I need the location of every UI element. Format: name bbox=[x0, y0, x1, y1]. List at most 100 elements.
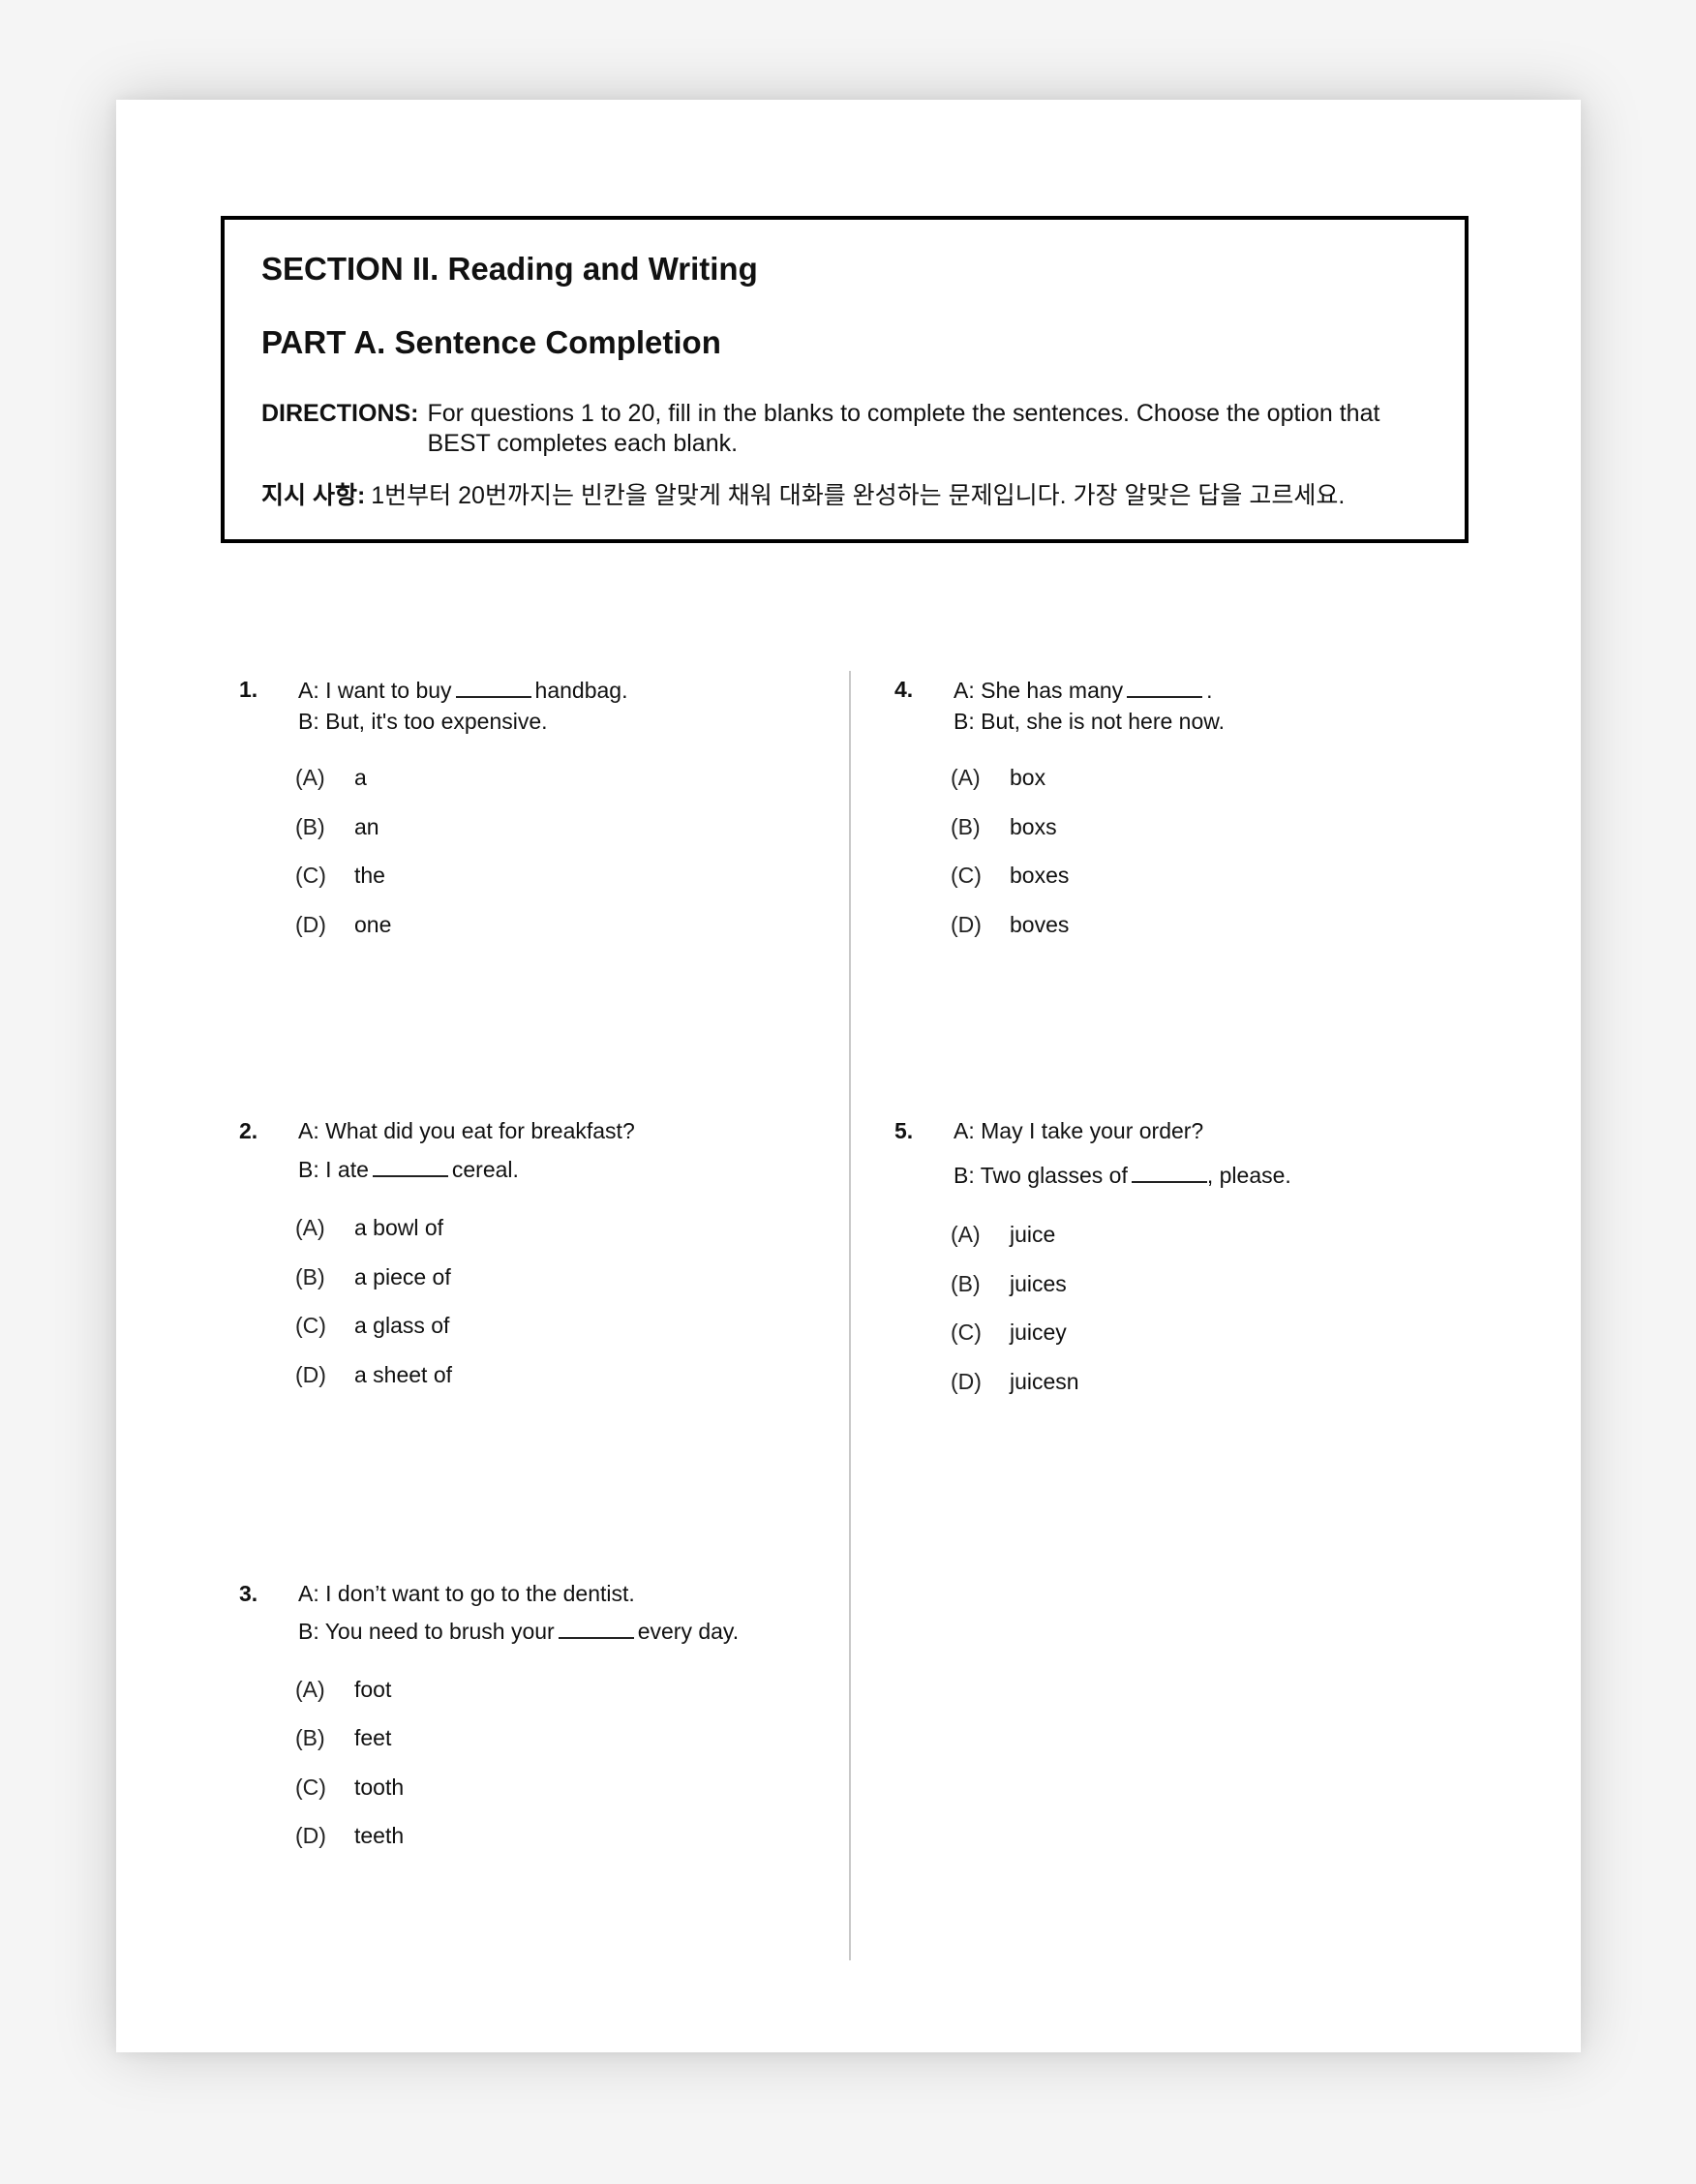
option-letter: (B) bbox=[295, 1264, 325, 1289]
directions-label: DIRECTIONS: bbox=[261, 400, 419, 427]
answer-blank bbox=[1131, 1162, 1207, 1183]
option-d[interactable]: (D) teeth bbox=[295, 1823, 404, 1849]
option-d[interactable]: (D) a sheet of bbox=[295, 1362, 452, 1388]
option-letter: (A) bbox=[295, 765, 325, 790]
option-c[interactable]: (C) a glass of bbox=[295, 1313, 449, 1339]
column-divider bbox=[849, 671, 851, 1960]
line-a-before-blank: A: She has many bbox=[954, 678, 1124, 703]
option-b[interactable]: (B) a piece of bbox=[295, 1264, 451, 1290]
answer-blank bbox=[558, 1618, 634, 1639]
option-text: teeth bbox=[354, 1823, 405, 1848]
option-text: the bbox=[354, 863, 385, 888]
option-letter: (B) bbox=[951, 1271, 981, 1296]
option-c[interactable]: (C) the bbox=[295, 863, 385, 889]
option-letter: (B) bbox=[951, 814, 981, 839]
question-line-a: A: I want to buy handbag. bbox=[298, 677, 627, 704]
option-d[interactable]: (D) boves bbox=[951, 912, 1069, 938]
line-b-before-blank: B: Two glasses of bbox=[954, 1163, 1128, 1188]
section-title: SECTION II. Reading and Writing bbox=[261, 251, 758, 287]
directions-text: For questions 1 to 20, fill in the blank… bbox=[427, 400, 1380, 457]
line-a-before-blank: A: I want to buy bbox=[298, 678, 452, 703]
option-letter: (D) bbox=[951, 1369, 982, 1394]
option-letter: (C) bbox=[951, 1320, 982, 1345]
answer-blank bbox=[455, 677, 531, 698]
option-letter: (B) bbox=[295, 814, 325, 839]
option-letter: (D) bbox=[295, 1362, 326, 1387]
korean-directions-label: 지시 사항: bbox=[261, 482, 366, 509]
part-title: PART A. Sentence Completion bbox=[261, 324, 721, 360]
option-letter: (D) bbox=[951, 912, 982, 937]
line-b-before-blank: B: I ate bbox=[298, 1157, 369, 1182]
option-letter: (A) bbox=[295, 1677, 325, 1702]
option-letter: (A) bbox=[951, 765, 981, 790]
question-number: 1. bbox=[239, 677, 258, 702]
option-text: one bbox=[354, 912, 392, 937]
option-text: a sheet of bbox=[354, 1362, 453, 1387]
option-text: juice bbox=[1010, 1222, 1056, 1247]
line-b-after-blank: every day. bbox=[637, 1619, 740, 1644]
option-text: boves bbox=[1010, 912, 1070, 937]
option-text: a glass of bbox=[354, 1313, 450, 1338]
directions-english: DIRECTIONS: For questions 1 to 20, fill … bbox=[261, 399, 1442, 459]
option-a[interactable]: (A) a bowl of bbox=[295, 1215, 443, 1241]
option-a[interactable]: (A) foot bbox=[295, 1677, 391, 1703]
line-b-before-blank: B: You need to brush your bbox=[298, 1619, 555, 1644]
option-letter: (C) bbox=[295, 1774, 326, 1800]
option-text: an bbox=[354, 814, 379, 839]
question-number: 5. bbox=[894, 1118, 914, 1143]
question-line-b: B: But, she is not here now. bbox=[954, 709, 1225, 734]
option-letter: (C) bbox=[951, 863, 982, 888]
line-a-after-blank: handbag. bbox=[534, 678, 628, 703]
option-d[interactable]: (D) juicesn bbox=[951, 1369, 1079, 1395]
answer-blank bbox=[372, 1156, 448, 1177]
question-line-a: A: I don’t want to go to the dentist. bbox=[298, 1581, 635, 1606]
option-text: box bbox=[1010, 765, 1046, 790]
option-text: juicey bbox=[1010, 1320, 1067, 1345]
answer-blank bbox=[1127, 677, 1203, 698]
question-line-b: B: Two glasses of , please. bbox=[954, 1162, 1291, 1189]
directions-korean: 지시 사항: 1번부터 20번까지는 빈칸을 알맞게 채워 대화를 완성하는 문제… bbox=[261, 481, 1442, 511]
option-a[interactable]: (A) juice bbox=[951, 1222, 1055, 1248]
option-letter: (D) bbox=[295, 1823, 326, 1848]
option-b[interactable]: (B) boxs bbox=[951, 814, 1057, 840]
option-text: boxs bbox=[1010, 814, 1057, 839]
option-d[interactable]: (D) one bbox=[295, 912, 391, 938]
line-b-after-blank: , please. bbox=[1206, 1163, 1291, 1188]
option-text: a bowl of bbox=[354, 1215, 444, 1240]
question-line-a: A: She has many. bbox=[954, 677, 1213, 704]
question-number: 3. bbox=[239, 1581, 258, 1606]
option-c[interactable]: (C) boxes bbox=[951, 863, 1069, 889]
question-line-a: A: May I take your order? bbox=[954, 1118, 1204, 1143]
question-line-b: B: But, it's too expensive. bbox=[298, 709, 548, 734]
question-number: 4. bbox=[894, 677, 914, 702]
option-letter: (A) bbox=[295, 1215, 325, 1240]
option-b[interactable]: (B) juices bbox=[951, 1271, 1067, 1297]
option-text: a piece of bbox=[354, 1264, 451, 1289]
option-a[interactable]: (A) a bbox=[295, 765, 367, 791]
option-letter: (D) bbox=[295, 912, 326, 937]
option-text: juicesn bbox=[1010, 1369, 1079, 1394]
question-line-b: B: I ate cereal. bbox=[298, 1156, 519, 1183]
option-letter: (C) bbox=[295, 1313, 326, 1338]
worksheet-page: SECTION II. Reading and Writing PART A. … bbox=[116, 100, 1581, 2052]
question-line-a: A: What did you eat for breakfast? bbox=[298, 1118, 635, 1143]
option-letter: (B) bbox=[295, 1725, 325, 1750]
option-c[interactable]: (C) tooth bbox=[295, 1774, 404, 1801]
question-line-b: B: You need to brush your every day. bbox=[298, 1618, 739, 1645]
option-letter: (C) bbox=[295, 863, 326, 888]
option-c[interactable]: (C) juicey bbox=[951, 1320, 1067, 1346]
option-letter: (A) bbox=[951, 1222, 981, 1247]
line-b-after-blank: cereal. bbox=[451, 1157, 519, 1182]
option-text: boxes bbox=[1010, 863, 1070, 888]
option-text: a bbox=[354, 765, 367, 790]
option-b[interactable]: (B) an bbox=[295, 814, 379, 840]
option-b[interactable]: (B) feet bbox=[295, 1725, 391, 1751]
korean-directions-text: 1번부터 20번까지는 빈칸을 알맞게 채워 대화를 완성하는 문제입니다. 가… bbox=[371, 482, 1346, 509]
option-a[interactable]: (A) box bbox=[951, 765, 1045, 791]
question-number: 2. bbox=[239, 1118, 258, 1143]
option-text: juices bbox=[1010, 1271, 1067, 1296]
section-header-box: SECTION II. Reading and Writing PART A. … bbox=[221, 216, 1469, 543]
option-text: feet bbox=[354, 1725, 392, 1750]
line-a-after-blank: . bbox=[1206, 678, 1213, 703]
option-text: tooth bbox=[354, 1774, 405, 1800]
